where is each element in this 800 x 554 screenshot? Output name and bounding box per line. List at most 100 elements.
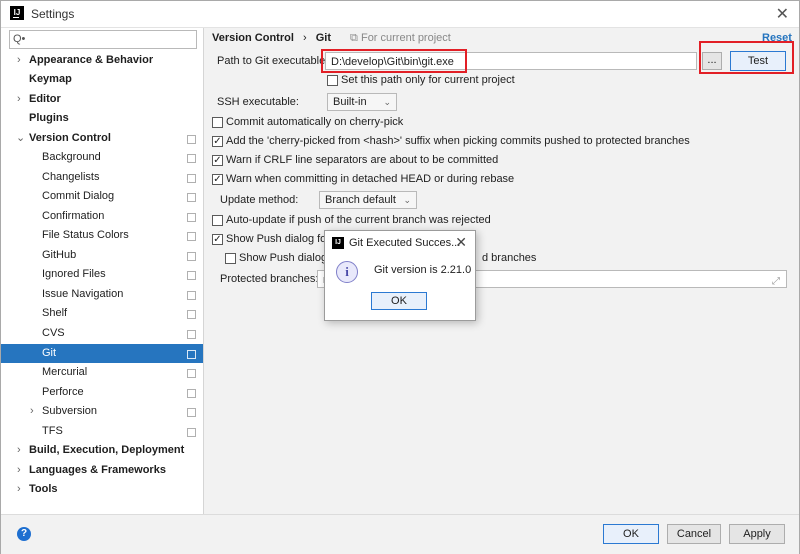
sidebar-item-label: CVS xyxy=(42,327,65,339)
sidebar-item-version-control[interactable]: ⌄ Version Control xyxy=(1,129,203,148)
cherry-pick-checkbox[interactable]: ✓ xyxy=(212,136,223,147)
sidebar-item-label: Keymap xyxy=(29,73,72,85)
set-path-label: Set this path only for current project xyxy=(341,74,515,86)
dialog-message: Git version is 2.21.0 xyxy=(374,264,472,276)
help-icon[interactable]: ? xyxy=(17,527,31,541)
sidebar-item-ignored-files[interactable]: Ignored Files xyxy=(1,265,203,284)
detached-head-checkbox[interactable]: ✓ xyxy=(212,174,223,185)
sidebar-item-commit-dialog[interactable]: Commit Dialog xyxy=(1,187,203,206)
highlight-box xyxy=(699,41,794,74)
sidebar-item-keymap[interactable]: Keymap xyxy=(1,70,203,89)
sidebar-item-build[interactable]: › Build, Execution, Deployment xyxy=(1,441,203,460)
sidebar-item-editor[interactable]: › Editor xyxy=(1,90,203,109)
sidebar-item-tfs[interactable]: TFS xyxy=(1,422,203,441)
project-scope-icon xyxy=(187,135,196,144)
sidebar-item-label: GitHub xyxy=(42,249,77,261)
sidebar-item-label: Git xyxy=(42,347,57,359)
sidebar-item-git[interactable]: Git xyxy=(1,344,203,363)
scope-note: For current project xyxy=(360,32,451,44)
sidebar-item-label: Perforce xyxy=(42,386,84,398)
crlf-label: Warn if CRLF line separators are about t… xyxy=(226,154,499,166)
protected-branches-label: Protected branches: xyxy=(220,273,319,285)
sidebar-item-subversion[interactable]: › Subversion xyxy=(1,402,203,421)
sidebar-item-label: Commit Dialog xyxy=(42,190,115,202)
project-scope-icon xyxy=(187,389,196,398)
chevron-right-icon: › xyxy=(17,93,21,105)
sidebar-item-github[interactable]: GitHub xyxy=(1,246,203,265)
apply-button[interactable]: Apply xyxy=(729,524,785,544)
project-scope-icon xyxy=(187,428,196,437)
chevron-right-icon: › xyxy=(17,464,21,476)
sidebar-item-label: Background xyxy=(42,151,101,163)
project-scope-icon xyxy=(187,252,196,261)
dialog-title: Git Executed Succes... xyxy=(349,237,461,249)
sidebar-item-label: File Status Colors xyxy=(42,229,129,241)
project-scope-icon xyxy=(187,271,196,280)
sidebar-item-label: Confirmation xyxy=(42,210,105,222)
sidebar-item-cvs[interactable]: CVS xyxy=(1,324,203,343)
chevron-right-icon: › xyxy=(17,54,21,66)
sidebar-item-shelf[interactable]: Shelf xyxy=(1,304,203,323)
show-push-checkbox[interactable]: ✓ xyxy=(212,234,223,245)
project-scope-icon xyxy=(187,350,196,359)
chevron-down-icon: ⌄ xyxy=(383,97,391,107)
show-push-protected-checkbox[interactable] xyxy=(225,253,236,264)
sidebar-item-confirmation[interactable]: Confirmation xyxy=(1,207,203,226)
auto-update-checkbox[interactable] xyxy=(212,215,223,226)
sidebar-item-label: TFS xyxy=(42,425,63,437)
close-icon[interactable]: ✕ xyxy=(455,234,467,251)
sidebar-item-label: Shelf xyxy=(42,307,68,319)
sidebar-item-plugins[interactable]: Plugins xyxy=(1,109,203,128)
sidebar-item-label: Tools xyxy=(29,483,58,495)
dialog-footer: ? OK Cancel Apply xyxy=(1,514,799,554)
ok-button[interactable]: OK xyxy=(603,524,659,544)
commit-auto-label: Commit automatically on cherry-pick xyxy=(226,116,404,128)
dialog-ok-button[interactable]: OK xyxy=(371,292,427,310)
close-icon[interactable]: ✕ xyxy=(776,4,789,24)
intellij-icon: IJ xyxy=(332,237,344,249)
ssh-label: SSH executable: xyxy=(217,96,299,108)
chevron-right-icon: › xyxy=(30,405,34,417)
show-push-label: Show Push dialog for xyxy=(226,233,330,245)
update-method-select[interactable]: Branch default ⌄ xyxy=(319,191,417,209)
breadcrumb-parent[interactable]: Version Control xyxy=(212,32,294,44)
update-method-value: Branch default xyxy=(325,194,396,206)
ssh-executable-select[interactable]: Built-in ⌄ xyxy=(327,93,397,111)
sidebar-item-label: Ignored Files xyxy=(42,268,106,280)
cherry-pick-label: Add the 'cherry-picked from <hash>' suff… xyxy=(226,135,690,147)
update-method-label: Update method: xyxy=(220,194,299,206)
crlf-checkbox[interactable]: ✓ xyxy=(212,155,223,166)
sidebar-item-label: Changelists xyxy=(42,171,100,183)
chevron-down-icon: ⌄ xyxy=(403,195,411,205)
settings-sidebar: Q• › Appearance & Behavior Keymap › Edit… xyxy=(1,28,204,514)
cancel-button[interactable]: Cancel xyxy=(667,524,721,544)
project-scope-icon xyxy=(187,408,196,417)
set-path-checkbox[interactable] xyxy=(327,75,338,86)
sidebar-item-mercurial[interactable]: Mercurial xyxy=(1,363,203,382)
chevron-right-icon: › xyxy=(17,483,21,495)
sidebar-item-issue-navigation[interactable]: Issue Navigation xyxy=(1,285,203,304)
sidebar-item-appearance[interactable]: › Appearance & Behavior xyxy=(1,51,203,70)
sidebar-item-label: Mercurial xyxy=(42,366,88,378)
sidebar-item-background[interactable]: Background xyxy=(1,148,203,167)
search-input[interactable]: Q• xyxy=(9,30,197,49)
commit-auto-checkbox[interactable] xyxy=(212,117,223,128)
breadcrumb-current: Git xyxy=(315,32,331,44)
sidebar-item-perforce[interactable]: Perforce xyxy=(1,383,203,402)
git-settings-panel: Version Control › Git ⧉ For current proj… xyxy=(204,28,799,514)
sidebar-item-changelists[interactable]: Changelists xyxy=(1,168,203,187)
info-icon: i xyxy=(336,261,358,283)
sidebar-item-label: Plugins xyxy=(29,112,69,124)
highlight-box xyxy=(321,49,467,73)
sidebar-item-label: Subversion xyxy=(42,405,98,417)
ssh-select-value: Built-in xyxy=(333,96,367,108)
git-executed-dialog: IJ Git Executed Succes... ✕ i Git versio… xyxy=(324,230,476,321)
search-icon: Q• xyxy=(13,33,26,45)
project-scope-icon: ⧉ xyxy=(350,32,358,44)
sidebar-item-tools[interactable]: › Tools xyxy=(1,480,203,499)
project-scope-icon xyxy=(187,310,196,319)
sidebar-item-file-status-colors[interactable]: File Status Colors xyxy=(1,226,203,245)
expand-icon[interactable]: ⤢ xyxy=(772,273,780,291)
sidebar-item-languages[interactable]: › Languages & Frameworks xyxy=(1,461,203,480)
project-scope-icon xyxy=(187,213,196,222)
